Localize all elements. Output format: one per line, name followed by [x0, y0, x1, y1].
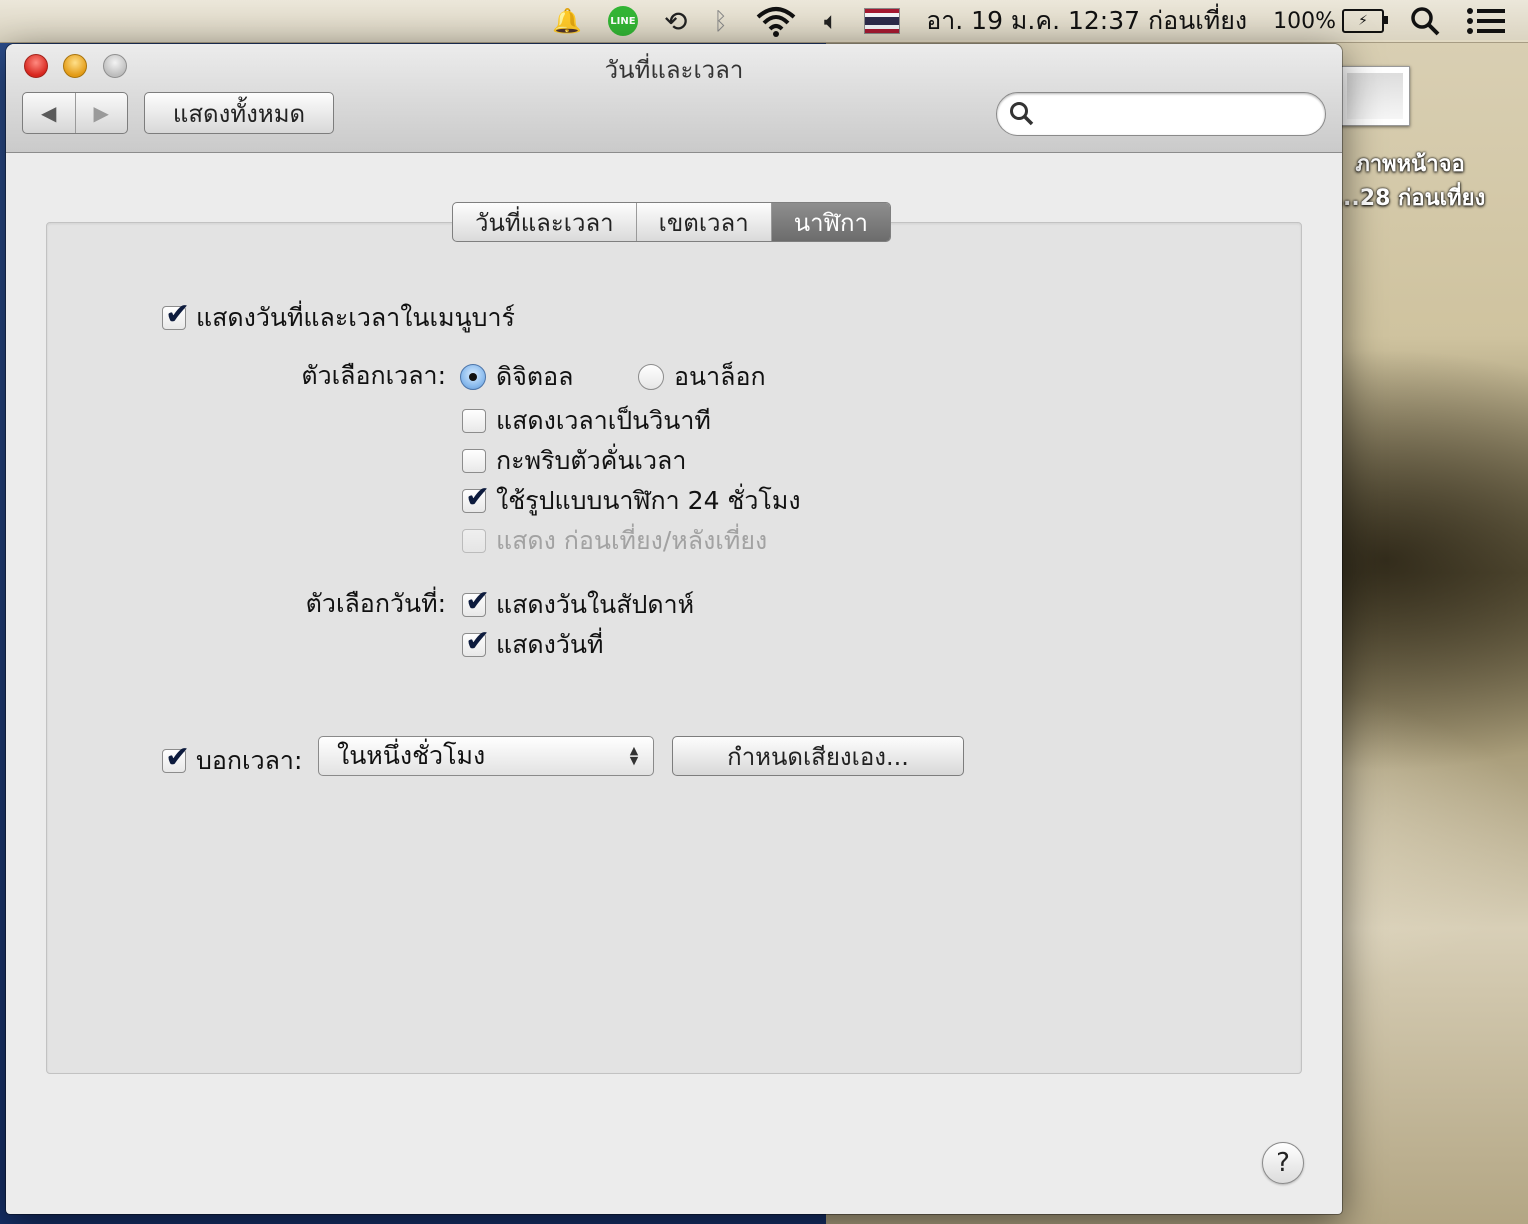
menubar-clock[interactable]: อา. 19 ม.ค. 12:37 ก่อนเที่ยง: [926, 1, 1247, 41]
digital-label: ดิจิตอล: [496, 362, 574, 391]
flash-separators-label: กะพริบตัวคั่นเวลา: [496, 446, 687, 475]
show-datetime-menubar-label: แสดงวันที่และเวลาในเมนูบาร์: [196, 303, 515, 332]
customize-voice-button[interactable]: กำหนดเสียงเอง...: [672, 736, 964, 776]
forward-button[interactable]: ▶: [74, 93, 128, 133]
back-button[interactable]: ◀: [23, 93, 75, 133]
clock-settings-panel: [46, 222, 1302, 1074]
show-weekday-row: แสดงวันในสัปดาห์: [462, 584, 695, 625]
help-button[interactable]: ?: [1262, 1142, 1304, 1184]
flash-separators-row: กะพริบตัวคั่นเวลา: [462, 441, 686, 481]
show-datetime-menubar-row: แสดงวันที่และเวลาในเมนูบาร์: [162, 297, 515, 338]
show-weekday-label: แสดงวันในสัปดาห์: [496, 590, 695, 619]
announce-interval-value: ในหนึ่งชั่วโมง: [337, 741, 486, 770]
flag-stripe: [865, 17, 900, 25]
notification-bell-icon[interactable]: 🔔: [552, 7, 582, 35]
window-title: วันที่และเวลา: [604, 56, 744, 84]
search-icon: [1010, 102, 1034, 126]
show-weekday-checkbox[interactable]: [462, 584, 490, 619]
search-input[interactable]: [1043, 101, 1307, 127]
show-date-row: แสดงวันที่: [462, 624, 604, 665]
show-ampm-checkbox: [462, 529, 486, 553]
announce-time-row: บอกเวลา:: [162, 740, 303, 781]
tab-clock[interactable]: นาฬิกา: [770, 203, 890, 241]
use-24h-label: ใช้รูปแบบนาฬิกา 24 ชั่วโมง: [496, 486, 801, 515]
line-app-icon[interactable]: LINE: [607, 6, 638, 36]
announce-time-label: บอกเวลา:: [196, 746, 303, 775]
battery-charging-icon: ⚡: [1342, 9, 1388, 33]
flag-stripe: [865, 29, 900, 33]
popup-arrows-icon: ▲ ▼: [629, 744, 639, 767]
show-seconds-row: แสดงเวลาเป็นวินาที: [462, 401, 711, 441]
back-arrow-icon: ◀: [41, 101, 57, 125]
time-options-label: ตัวเลือกเวลา:: [301, 361, 446, 390]
time-machine-icon[interactable]: ⟲: [664, 5, 687, 38]
window-toolbar: วันที่และเวลา ◀ ▶ แสดงทั้งหมด: [6, 44, 1342, 153]
use-24h-row: ใช้รูปแบบนาฬิกา 24 ชั่วโมง: [462, 480, 801, 521]
show-seconds-label: แสดงเวลาเป็นวินาที: [496, 406, 711, 435]
line-icon-label: LINE: [607, 6, 638, 36]
spotlight-search-icon[interactable]: [1410, 6, 1440, 36]
show-all-button[interactable]: แสดงทั้งหมด: [144, 92, 334, 134]
announce-interval-popup[interactable]: ในหนึ่งชั่วโมง ▲ ▼: [318, 736, 654, 776]
search-field[interactable]: [996, 92, 1326, 136]
tab-time-zone[interactable]: เขตเวลา: [635, 203, 771, 241]
analog-radio-row: อนาล็อก: [638, 357, 766, 397]
preferences-window: วันที่และเวลา ◀ ▶ แสดงทั้งหมด วันที่และเ…: [6, 44, 1342, 1214]
use-24h-checkbox[interactable]: [462, 480, 490, 515]
show-date-label: แสดงวันที่: [496, 630, 604, 659]
flash-separators-checkbox[interactable]: [462, 449, 486, 473]
menu-bar: 🔔 LINE ⟲ ᛒ 🔈︎ อา. 19 ม.ค. 12:37 ก่อนเที่…: [0, 0, 1528, 43]
show-date-checkbox[interactable]: [462, 624, 490, 659]
desktop-file-thumbnail[interactable]: [1340, 66, 1410, 126]
analog-label: อนาล็อก: [674, 362, 766, 391]
wifi-icon[interactable]: [754, 5, 798, 37]
battery-percent: 100%: [1273, 8, 1336, 34]
announce-time-checkbox[interactable]: [162, 740, 190, 775]
tab-date-time[interactable]: วันที่และเวลา: [453, 203, 636, 241]
bluetooth-icon[interactable]: ᛒ: [713, 7, 727, 35]
show-ampm-label: แสดง ก่อนเที่ยง/หลังเที่ยง: [496, 526, 768, 555]
show-datetime-menubar-checkbox[interactable]: [162, 297, 190, 332]
input-source-flag-icon[interactable]: [864, 8, 901, 34]
analog-radio[interactable]: [638, 364, 664, 390]
tab-bar: วันที่และเวลา เขตเวลา นาฬิกา: [452, 202, 891, 242]
date-options-label: ตัวเลือกวันที่:: [305, 589, 446, 618]
forward-arrow-icon: ▶: [93, 101, 109, 125]
volume-icon[interactable]: 🔈︎: [824, 7, 838, 35]
battery-status[interactable]: 100% ⚡: [1273, 8, 1388, 34]
back-forward-control: ◀ ▶: [22, 92, 128, 134]
notification-center-icon[interactable]: [1466, 7, 1506, 35]
show-ampm-row: แสดง ก่อนเที่ยง/หลังเที่ยง: [462, 521, 767, 561]
show-seconds-checkbox[interactable]: [462, 409, 486, 433]
digital-radio[interactable]: [460, 364, 486, 390]
digital-radio-row: ดิจิตอล: [460, 357, 573, 397]
